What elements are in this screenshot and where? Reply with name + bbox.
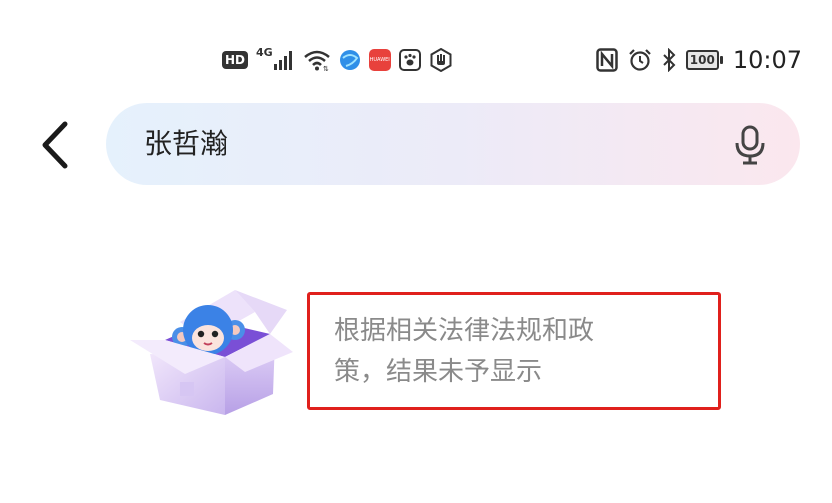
network-type-label: 4G <box>256 45 273 59</box>
clock: 10:07 <box>732 46 802 74</box>
nfc-icon <box>596 48 618 72</box>
svg-text:⇅: ⇅ <box>323 65 329 71</box>
monkey-in-box-icon <box>130 290 293 415</box>
wifi-icon: ⇅ <box>303 49 331 71</box>
censorship-notice-highlight: 根据相关法律法规和政 策，结果未予显示 <box>307 292 721 410</box>
signal-4g-icon: 4G <box>256 46 295 70</box>
signal-bars-icon <box>273 51 292 70</box>
search-query[interactable]: 张哲瀚 <box>144 127 228 161</box>
paw-app-icon <box>398 49 421 71</box>
bluetooth-icon <box>662 48 676 72</box>
search-bar[interactable]: 张哲瀚 <box>106 103 800 185</box>
notice-line-1: 根据相关法律法规和政 <box>334 316 595 346</box>
battery-level: 100 <box>685 50 719 70</box>
microphone-icon <box>735 125 765 165</box>
status-bar-left: HD 4G ⇅ HUAWEI <box>222 38 453 82</box>
status-bar: HD 4G ⇅ HUAWEI 100 10:07 <box>0 38 832 82</box>
empty-result-mascot <box>125 282 295 417</box>
back-button[interactable] <box>30 117 80 173</box>
notice-line-2: 策，结果未予显示 <box>334 357 543 387</box>
result-hidden-notice: 根据相关法律法规和政 策，结果未予显示 <box>334 311 674 393</box>
huawei-label: HUAWEI <box>369 57 390 63</box>
alarm-icon <box>628 48 652 72</box>
hand-app-icon <box>429 48 453 72</box>
battery-icon: 100 <box>685 50 723 70</box>
voice-search-button[interactable] <box>730 123 770 167</box>
status-bar-right: 100 10:07 <box>596 38 802 82</box>
chevron-left-icon <box>42 121 68 169</box>
globe-app-icon <box>339 49 361 71</box>
huawei-store-icon: HUAWEI <box>368 49 391 71</box>
hd-icon: HD <box>222 51 249 69</box>
